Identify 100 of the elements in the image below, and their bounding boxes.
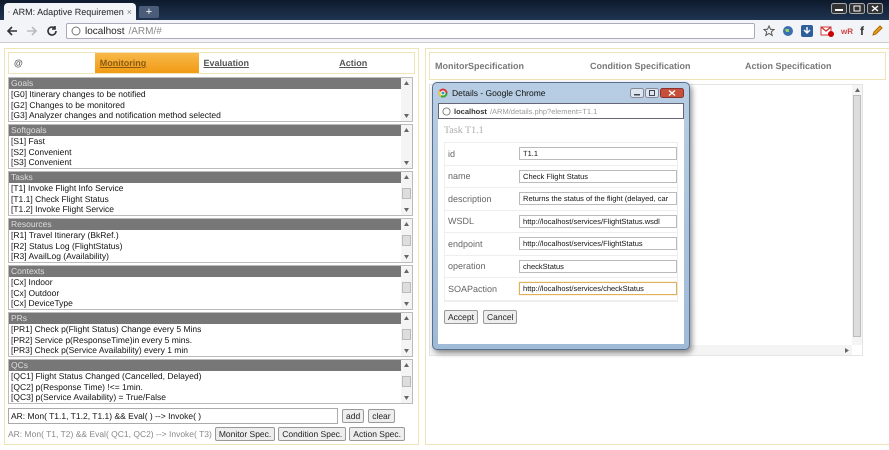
list-box[interactable]: QCs [QC1] Flight Status Changed (Cancelled, Delayed) [QC2] p(Response Time) !<= 1min. [QC3] p(Service Availability) = True/False — [8, 359, 413, 404]
minimize-icon[interactable] — [831, 3, 847, 14]
maximize-icon[interactable] — [849, 3, 865, 14]
scroll-thumb[interactable] — [402, 188, 411, 199]
pencil-icon[interactable] — [871, 25, 883, 37]
scroll-up-icon[interactable] — [404, 269, 409, 273]
list-box[interactable]: PRs [PR1] Check p(Flight Status) Change every 5 Mins [PR2] Service p(ResponseTime)in every 5 mins. [PR3] Check p(Service Availability) every 1 min — [8, 312, 413, 357]
list-box[interactable]: Tasks [T1] Invoke Flight Info Service [T1.1] Check Flight Status [T1.2] Invoke Flight Service — [8, 171, 413, 216]
maximize-icon[interactable] — [645, 88, 659, 98]
scroll-down-icon[interactable] — [404, 349, 409, 353]
list-item[interactable]: [R3] AvailLog (Availability) — [9, 251, 401, 262]
window-title: Details - Google Chrome — [452, 88, 546, 98]
scroll-up-icon[interactable] — [404, 81, 409, 85]
list-header: Goals — [9, 78, 401, 89]
mail-icon[interactable] — [820, 25, 834, 37]
extension-label[interactable]: f — [860, 24, 864, 38]
list-box[interactable]: Goals [G0] Itinerary changes to be notified [G2] Changes to be monitored [G3] Analyzer changes and notification method selected — [8, 77, 413, 122]
list-item[interactable]: [T1.2] Invoke Flight Service — [9, 204, 401, 215]
list-item[interactable]: [R1] Travel Itinerary (BkRef.) — [9, 230, 401, 241]
list-box[interactable]: Softgoals [S1] Fast [S2] Convenient [S3] Convenient — [8, 124, 413, 169]
list-item[interactable]: [PR2] Service p(ResponseTime)in every 5 mins. — [9, 334, 401, 346]
list-item[interactable]: [S2] Convenient — [9, 146, 401, 158]
scroll-up-icon[interactable] — [404, 316, 409, 320]
list-header: QCs — [9, 360, 401, 371]
column-header: MonitorSpecification — [434, 61, 526, 71]
scroll-thumb[interactable] — [402, 282, 411, 293]
close-icon[interactable] — [867, 3, 883, 14]
list-item[interactable]: [T1.1] Check Flight Status — [9, 194, 401, 204]
rule-hint: AR: Mon( T1, T2) && Eval( QC1, QC2) --> Invoke( T3) — [8, 429, 212, 439]
rule-input[interactable]: AR: Mon( T1.1, T1.2, T1.1) && Eval( ) --> Invoke( ) — [8, 408, 338, 424]
reload-icon[interactable] — [46, 25, 58, 37]
list-item[interactable]: [G2] Changes to be monitored — [9, 100, 401, 110]
list-header: Contexts — [9, 266, 401, 277]
scroll-up-icon[interactable] — [404, 175, 409, 179]
list-item[interactable]: [QC3] p(Service Availability) = True/False — [9, 392, 401, 403]
scroll-up-icon[interactable] — [404, 363, 409, 367]
page-icon — [442, 106, 451, 116]
list-header: PRs — [9, 313, 401, 324]
address-field[interactable]: localhost /ARM/# — [66, 23, 755, 39]
close-icon[interactable] — [660, 88, 684, 98]
rule-button[interactable]: clear — [368, 409, 395, 423]
list-item[interactable]: [Cx] Outdoor — [9, 288, 401, 298]
tab-title: ARM: Adaptive Requiremen — [12, 6, 124, 16]
field-label: SOAPaction — [447, 284, 498, 294]
scroll-right-icon[interactable] — [845, 348, 849, 352]
form-button[interactable]: Cancel — [483, 310, 518, 324]
scroll-down-icon[interactable] — [404, 396, 409, 400]
spec-button[interactable]: Monitor Spec. — [214, 427, 276, 441]
field-label: name — [447, 171, 472, 182]
scroll-down-icon[interactable] — [404, 114, 409, 118]
list-item[interactable]: [T1] Invoke Flight Info Service — [9, 183, 401, 194]
minimize-icon[interactable] — [630, 88, 644, 98]
list-item[interactable]: [G0] Itinerary changes to be notified — [9, 89, 401, 100]
list-item[interactable]: [G3] Analyzer changes and notification method selected — [9, 110, 401, 121]
chrome-icon — [438, 88, 448, 98]
scroll-up-icon[interactable] — [854, 88, 860, 92]
field-label: endpoint — [447, 238, 484, 249]
field-label: description — [447, 194, 493, 204]
list-item[interactable]: [S3] Convenient — [9, 157, 401, 168]
tab[interactable]: @ — [9, 53, 95, 73]
column-header: Condition Specification — [589, 61, 692, 71]
scroll-thumb[interactable] — [402, 235, 411, 246]
tab[interactable]: Action — [334, 53, 414, 73]
rule-button[interactable]: add — [342, 409, 364, 423]
form-button[interactable]: Accept — [444, 310, 478, 324]
list-box[interactable]: Contexts [Cx] Indoor [Cx] Outdoor [Cx] DeviceType — [8, 265, 413, 310]
list-header: Resources — [9, 219, 401, 230]
scroll-up-icon[interactable] — [404, 128, 409, 132]
list-item[interactable]: [PR3] Check p(Service Availability) every 1 min — [9, 345, 401, 356]
download-icon[interactable] — [801, 25, 813, 37]
spec-button[interactable]: Action Spec. — [349, 427, 406, 441]
list-box[interactable]: Resources [R1] Travel Itinerary (BkRef.) [R2] Status Log (FlightStatus) [R3] AvailLog (Availability) — [8, 218, 413, 263]
field-label: WSDL — [447, 216, 476, 226]
browser-tab[interactable]: ARM: Adaptive Requiremen × — [4, 3, 136, 20]
scroll-up-icon[interactable] — [404, 222, 409, 226]
column-header: Action Specification — [744, 61, 833, 71]
tab[interactable]: Evaluation — [198, 53, 334, 73]
list-item[interactable]: [S1] Fast — [9, 136, 401, 147]
list-item[interactable]: [Cx] DeviceType — [9, 298, 401, 309]
scroll-thumb[interactable] — [853, 95, 861, 337]
scroll-down-icon[interactable] — [404, 161, 409, 165]
scroll-thumb[interactable] — [402, 329, 411, 340]
list-item[interactable]: [PR1] Check p(Flight Status) Change every 5 Mins — [9, 324, 401, 335]
new-tab-button[interactable]: + — [139, 6, 159, 18]
spec-button[interactable]: Condition Spec. — [278, 427, 346, 441]
list-item[interactable]: [QC2] p(Response Time) !<= 1min. — [9, 382, 401, 392]
scroll-thumb[interactable] — [402, 376, 411, 387]
extension-label[interactable]: wR — [841, 26, 853, 36]
scroll-down-icon[interactable] — [404, 208, 409, 212]
back-icon[interactable] — [6, 25, 18, 37]
scroll-down-icon[interactable] — [404, 255, 409, 259]
list-item[interactable]: [Cx] Indoor — [9, 277, 401, 288]
field-label: operation — [447, 261, 487, 272]
list-header: Softgoals — [9, 125, 401, 136]
form-title: Task T1.1 — [444, 125, 485, 136]
scroll-down-icon[interactable] — [404, 302, 409, 306]
page-icon — [71, 26, 81, 36]
list-item[interactable]: [R2] Status Log (FlightStatus) — [9, 240, 401, 252]
list-item[interactable]: [QC1] Flight Status Changed (Cancelled, Delayed) — [9, 371, 401, 382]
star-icon[interactable] — [763, 25, 775, 37]
